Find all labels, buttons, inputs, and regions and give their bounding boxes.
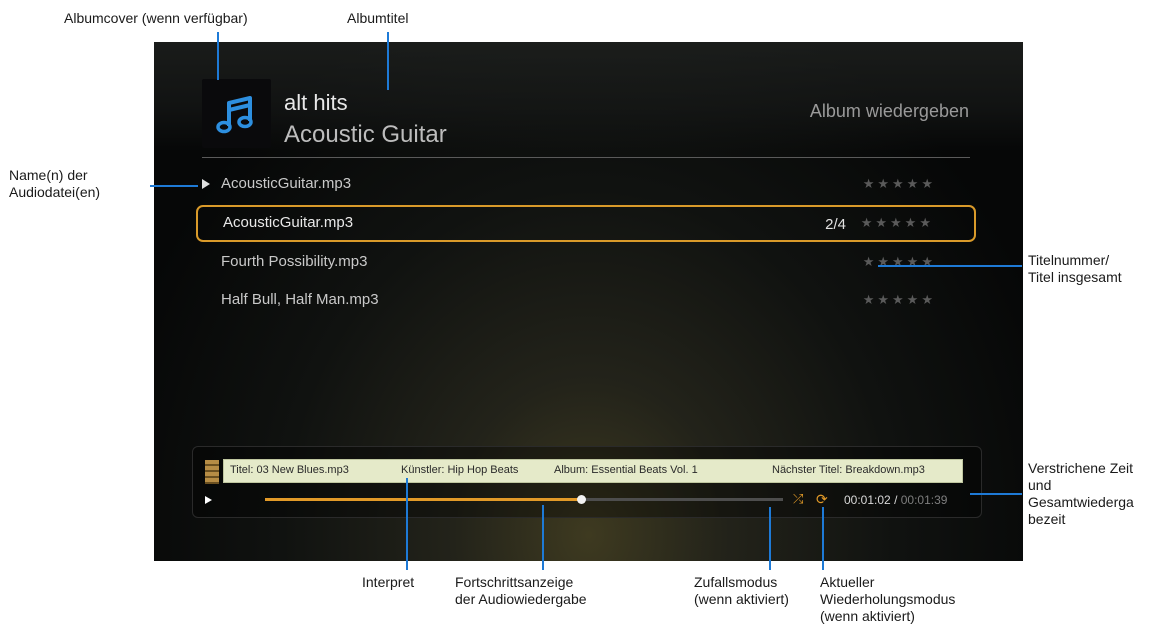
annotation-track-number-line1: Titelnummer/ [1028, 252, 1110, 268]
callout-line-album-title [387, 32, 389, 90]
ticker-artist: Künstler: Hip Hop Beats [401, 464, 519, 476]
annotation-progress-line1: Fortschrittsanzeige [455, 574, 574, 590]
callout-line-album-cover [217, 32, 219, 80]
ticker-album: Album: Essential Beats Vol. 1 [554, 464, 698, 476]
annotation-elapsed-line4: bezeit [1028, 511, 1066, 527]
time-display: 00:01:02 / 00:01:39 [844, 493, 947, 507]
track-row[interactable]: Half Bull, Half Man.mp3 ★★★★★ [196, 283, 976, 320]
callout-line-file-names [150, 185, 198, 187]
ticker-next: Nächster Titel: Breakdown.mp3 [772, 464, 925, 476]
annotation-track-number-line2: Titel insgesamt [1028, 269, 1122, 285]
annotation-artist: Interpret [362, 574, 415, 590]
track-row[interactable]: Fourth Possibility.mp3 ★★★★★ [196, 245, 976, 282]
now-playing-icon [202, 179, 210, 189]
music-player-screen: alt hits Acoustic Guitar Album wiedergeb… [154, 42, 1023, 561]
play-icon[interactable] [205, 496, 212, 504]
annotation-album-title: Albumtitel [347, 10, 409, 26]
annotation-shuffle-line2: (wenn aktiviert) [694, 591, 789, 607]
album-subtitle: Acoustic Guitar [284, 121, 447, 148]
play-album-button[interactable]: Album wiedergeben [810, 101, 969, 122]
annotation-file-names-line1: Name(n) der [9, 167, 88, 183]
annotation-shuffle: Zufallsmodus (wenn aktiviert) [694, 574, 789, 608]
annotation-repeat-line2: Wiederholungsmodus [820, 591, 956, 607]
track-row[interactable]: AcousticGuitar.mp3 ★★★★★ [196, 167, 976, 204]
annotation-progress: Fortschrittsanzeige der Audiowiedergabe [455, 574, 587, 608]
annotation-elapsed-line2: und [1028, 477, 1052, 493]
annotation-elapsed-line1: Verstrichene Zeit [1028, 460, 1134, 476]
callout-line-artist [406, 478, 408, 570]
header-divider [202, 157, 970, 158]
annotation-repeat-line3: (wenn aktiviert) [820, 608, 915, 624]
progress-fill [265, 498, 581, 501]
callout-line-track-number [878, 265, 1022, 267]
annotation-track-number: Titelnummer/ Titel insgesamt [1028, 252, 1122, 286]
annotation-elapsed-line3: Gesamtwiederga [1028, 494, 1134, 510]
player-bar: Titel: 03 New Blues.mp3 Künstler: Hip Ho… [192, 446, 982, 518]
ticker-title: Titel: 03 New Blues.mp3 [230, 464, 349, 476]
ticker-album-icon [205, 460, 219, 484]
track-name: Half Bull, Half Man.mp3 [221, 291, 379, 308]
annotation-repeat: Aktueller Wiederholungsmodus (wenn aktiv… [820, 574, 955, 625]
annotation-file-names-line2: Audiodatei(en) [9, 184, 101, 200]
callout-line-shuffle [769, 507, 771, 570]
rating-stars: ★★★★★ [862, 254, 936, 269]
track-name: AcousticGuitar.mp3 [223, 214, 354, 231]
annotation-repeat-line1: Aktueller [820, 574, 875, 590]
track-name: Fourth Possibility.mp3 [221, 253, 368, 270]
track-row-selected[interactable]: AcousticGuitar.mp3 2/4 ★★★★★ [196, 205, 976, 242]
callout-line-repeat [822, 507, 824, 570]
info-ticker: Titel: 03 New Blues.mp3 Künstler: Hip Ho… [223, 459, 963, 483]
annotation-progress-line2: der Audiowiedergabe [455, 591, 587, 607]
time-separator: / [894, 493, 898, 507]
annotation-shuffle-line1: Zufallsmodus [694, 574, 778, 590]
rating-stars: ★★★★★ [860, 215, 934, 230]
rating-stars: ★★★★★ [862, 292, 936, 307]
callout-line-elapsed [970, 493, 1022, 495]
total-time: 00:01:39 [900, 493, 948, 507]
rating-stars: ★★★★★ [862, 176, 936, 191]
elapsed-time: 00:01:02 [844, 493, 891, 507]
progress-knob[interactable] [576, 495, 586, 504]
callout-line-progress [542, 505, 544, 570]
album-cover [202, 79, 271, 148]
music-note-icon [216, 96, 253, 134]
progress-bar[interactable] [265, 495, 783, 504]
annotation-elapsed-time: Verstrichene Zeit und Gesamtwiederga bez… [1028, 460, 1134, 528]
track-number: 2/4 [825, 216, 846, 233]
annotation-album-cover: Albumcover (wenn verfügbar) [64, 10, 248, 26]
annotation-file-names: Name(n) der Audiodatei(en) [9, 167, 100, 201]
track-name: AcousticGuitar.mp3 [221, 175, 352, 192]
album-title: alt hits [284, 90, 348, 115]
repeat-icon: ⟳ [816, 491, 828, 507]
shuffle-icon: ⤮ [793, 491, 804, 506]
